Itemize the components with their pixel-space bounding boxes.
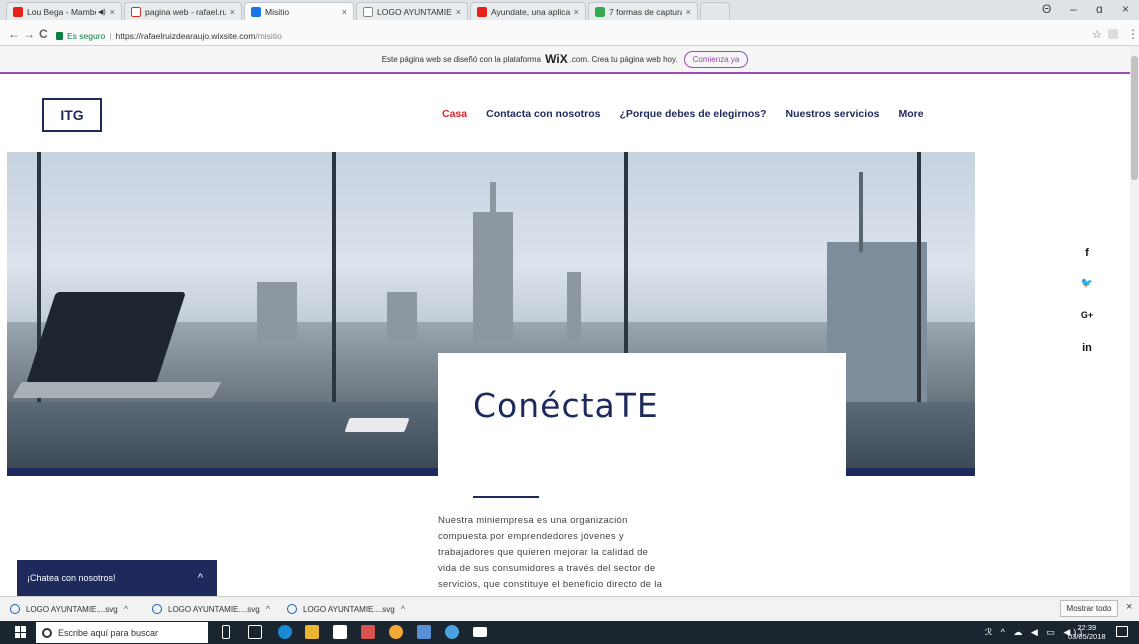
mail-icon[interactable] <box>473 627 487 637</box>
nav-item-more[interactable]: More <box>898 108 923 120</box>
download-item[interactable]: LOGO AYUNTAMIE....svg ^ <box>287 601 405 617</box>
chevron-up-icon[interactable]: ^ <box>401 604 405 614</box>
browser-tab[interactable]: 7 formas de capturar la p × <box>588 2 698 20</box>
twitter-icon[interactable]: 🐦 <box>1080 278 1094 289</box>
extension-icon[interactable] <box>1108 29 1118 39</box>
site-nav: Casa Contacta con nosotros ¿Porque debes… <box>442 108 924 120</box>
cortana-icon <box>42 627 52 638</box>
card-title: ConéctaTE <box>473 386 659 425</box>
account-icon[interactable]: Θ <box>1042 2 1051 16</box>
image-icon <box>595 6 605 17</box>
app-icon[interactable] <box>445 625 459 639</box>
gmail-icon <box>131 6 141 17</box>
download-item[interactable]: LOGO AYUNTAMIE....svg ^ <box>10 601 128 617</box>
wix-banner: Este página web se diseñó con la platafo… <box>0 46 1130 74</box>
empire-state-building <box>473 212 513 342</box>
maximize-button[interactable]: ɑ <box>1096 2 1103 16</box>
browser-tab[interactable]: pagina web - rafael.ruizd × <box>124 2 242 20</box>
tab-close-icon[interactable]: × <box>456 7 461 17</box>
app-icon[interactable] <box>361 625 375 639</box>
clock-time: 22:39 <box>1077 623 1097 632</box>
store-icon[interactable] <box>333 625 347 639</box>
url-path: /misitio <box>255 31 282 41</box>
facebook-icon[interactable]: f <box>1080 247 1094 259</box>
chat-label: ¡Chatea con nosotros! <box>27 573 116 583</box>
edge-icon[interactable] <box>278 625 292 639</box>
wix-icon <box>251 6 261 17</box>
wix-logo[interactable]: WiX <box>545 52 568 66</box>
audio-icon: ◀) <box>98 8 106 16</box>
browser-tab[interactable]: Lou Bega - Mambo N ◀) × <box>6 2 122 20</box>
notification-icon[interactable] <box>1116 626 1128 637</box>
start-now-button[interactable]: Comienza ya <box>683 50 749 68</box>
tab-close-icon[interactable]: × <box>574 7 579 17</box>
browser-tab[interactable]: LOGO AYUNTAMIENTO × <box>356 2 468 20</box>
intro-card: ConéctaTE Nuestra miniempresa es una org… <box>438 353 846 598</box>
download-shelf: LOGO AYUNTAMIE....svg ^ LOGO AYUNTAMIE..… <box>0 596 1139 621</box>
close-window-button[interactable]: × <box>1122 2 1129 16</box>
chat-widget[interactable]: ¡Chatea con nosotros! ^ <box>17 560 217 596</box>
forward-button[interactable]: → <box>23 27 35 41</box>
browser-tab-active[interactable]: Misitio × <box>244 2 354 20</box>
download-item[interactable]: LOGO AYUNTAMIE....svg ^ <box>152 601 270 617</box>
tab-close-icon[interactable]: × <box>230 7 235 17</box>
browser-tab[interactable]: Ayundate, una aplicación × <box>470 2 586 20</box>
task-view-icon[interactable] <box>248 625 262 639</box>
wix-banner-text-2: .com. Crea tu página web hoy. <box>569 54 678 64</box>
back-button[interactable]: ← <box>8 27 20 41</box>
site-logo[interactable]: ITG <box>42 98 102 132</box>
menu-icon[interactable]: ⋮ <box>1127 27 1139 41</box>
clock-date: 03/05/2018 <box>1068 632 1106 641</box>
new-tab-button[interactable] <box>700 2 730 20</box>
file-icon <box>152 604 162 614</box>
notebook-image <box>344 418 410 432</box>
linkedin-icon[interactable]: in <box>1080 342 1094 354</box>
chrome-icon[interactable] <box>389 625 403 639</box>
bookmark-star-icon[interactable]: ☆ <box>1092 28 1102 41</box>
nav-item-why-us[interactable]: ¿Porque debes de elegirnos? <box>619 108 766 120</box>
card-divider <box>473 496 539 498</box>
card-body: Nuestra miniempresa es una organización … <box>438 515 663 590</box>
taskbar-search-input[interactable]: Escribe aquí para buscar <box>36 622 208 643</box>
file-explorer-icon[interactable] <box>305 625 319 639</box>
minimize-button[interactable]: – <box>1070 2 1077 16</box>
reload-button[interactable]: C <box>39 27 48 41</box>
nav-item-contact[interactable]: Contacta con nosotros <box>486 108 600 120</box>
search-placeholder: Escribe aquí para buscar <box>58 627 159 638</box>
tab-close-icon[interactable]: × <box>686 7 691 17</box>
tab-close-icon[interactable]: × <box>342 7 347 17</box>
file-icon <box>10 604 20 614</box>
tab-close-icon[interactable]: × <box>110 7 115 17</box>
wix-banner-text: Este página web se diseñó con la platafo… <box>381 54 541 64</box>
nav-item-services[interactable]: Nuestros servicios <box>785 108 879 120</box>
youtube-icon <box>13 6 23 17</box>
file-icon <box>287 604 297 614</box>
url-input[interactable]: Es seguro | https://rafaelruizdearaujo.w… <box>56 30 282 42</box>
lock-icon <box>56 32 63 40</box>
chevron-up-icon[interactable]: ^ <box>124 604 128 614</box>
youtube-icon <box>477 6 487 17</box>
google-plus-icon[interactable]: G+ <box>1080 310 1094 320</box>
secure-label: Es seguro <box>67 31 106 41</box>
microphone-icon[interactable] <box>222 625 230 639</box>
taskbar-clock[interactable]: 22:39 03/05/2018 <box>1068 623 1106 641</box>
page-icon <box>363 6 373 17</box>
scrollbar-thumb[interactable] <box>1131 56 1138 180</box>
browser-tab-strip: Lou Bega - Mambo N ◀) × pagina web - raf… <box>0 0 1139 20</box>
url-host: https://rafaelruizdearaujo.wixsite.com <box>115 31 256 41</box>
windows-start-icon[interactable] <box>15 626 27 638</box>
photos-icon[interactable] <box>417 625 431 639</box>
chevron-up-icon[interactable]: ^ <box>266 604 270 614</box>
show-all-button[interactable]: Mostrar todo <box>1060 600 1118 617</box>
chevron-up-icon[interactable]: ^ <box>198 572 203 584</box>
nav-item-home[interactable]: Casa <box>442 108 467 120</box>
close-icon[interactable]: × <box>1126 601 1132 613</box>
